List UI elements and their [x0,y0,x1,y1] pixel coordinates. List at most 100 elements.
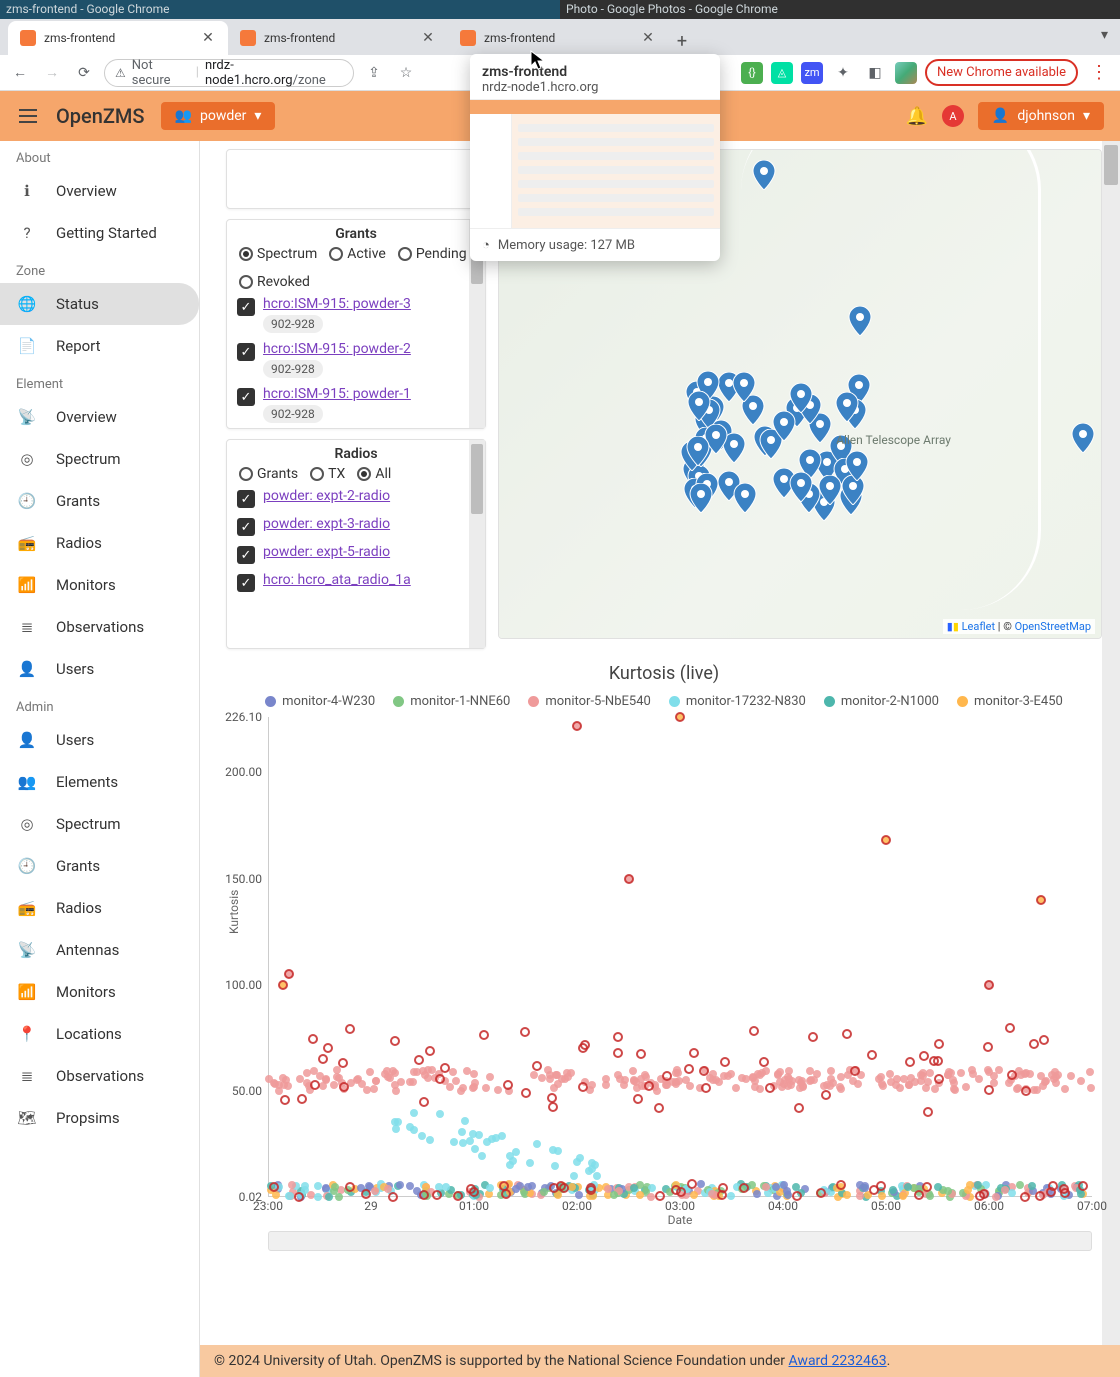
map-pin[interactable] [789,383,813,413]
legend-item[interactable]: monitor-2-N1000 [824,694,939,709]
radio-link[interactable]: powder: expt-5-radio [263,544,390,560]
map-pin[interactable] [733,483,757,513]
sidebar-item-admin-monitors[interactable]: 📶Monitors [0,971,199,1013]
sidebar-item-el-spectrum[interactable]: ◎Spectrum [0,438,199,480]
radio-link[interactable]: powder: expt-2-radio [263,488,390,504]
sidebar-item-admin-propsims[interactable]: 🗺Propsims [0,1097,199,1139]
map-pin[interactable] [752,160,776,190]
reload-icon[interactable]: ⟳ [72,61,96,85]
sidebar-item-el-monitors[interactable]: 📶Monitors [0,564,199,606]
project-selector[interactable]: 👥 powder ▾ [161,102,276,130]
filter-grants[interactable]: Grants [239,466,298,482]
leaflet-link[interactable]: Leaflet [962,620,995,633]
sidebar-item-report[interactable]: 📄Report [0,325,199,367]
radio-link[interactable]: hcro: hcro_ata_radio_1a [263,572,411,588]
notifications-icon[interactable]: 🔔 [905,106,927,127]
map-pin[interactable] [1071,423,1095,453]
chart-plot-area[interactable]: Kurtosis Date 0.0250.00100.00150.00200.0… [268,717,1092,1197]
map-pin[interactable] [835,392,859,422]
filter-pending[interactable]: Pending [398,246,467,262]
sidebar-item-el-users[interactable]: 👤Users [0,648,199,690]
share-icon[interactable]: ⇪ [362,61,386,85]
filter-spectrum[interactable]: Spectrum [239,246,317,262]
range-slider[interactable] [268,1231,1092,1251]
map-pin[interactable] [732,372,756,402]
new-tab-button[interactable]: + [668,27,696,55]
extension-icon[interactable]: ◬ [771,62,793,84]
legend-item[interactable]: monitor-4-W230 [265,694,375,709]
data-point [889,1186,897,1194]
sidebar-item-el-overview[interactable]: 📡Overview [0,396,199,438]
profile-avatar-icon[interactable] [895,62,917,84]
map-pin[interactable] [689,483,713,513]
grant-link[interactable]: hcro:ISM-915: powder-1 [263,386,411,402]
chrome-tab[interactable]: zms-frontend ✕ [8,21,228,55]
user-menu[interactable]: 👤 djohnson ▾ [978,102,1104,130]
map-pin[interactable] [687,391,711,421]
map-pin[interactable] [845,451,869,481]
forward-icon[interactable]: → [40,61,64,85]
menu-icon[interactable] [16,104,40,128]
data-point [613,1048,623,1058]
footer-award-link[interactable]: Award 2232463 [789,1353,887,1369]
close-icon[interactable]: ✕ [640,30,656,46]
filter-tx[interactable]: TX [310,466,345,482]
extensions-icon[interactable]: ✦ [831,61,855,85]
sidebar-item-admin-locations[interactable]: 📍Locations [0,1013,199,1055]
update-chrome-button[interactable]: New Chrome available [925,59,1078,86]
checkbox[interactable]: ✓ [237,574,255,592]
bookmark-icon[interactable]: ☆ [394,61,418,85]
sidebar-item-admin-antennas[interactable]: 📡Antennas [0,929,199,971]
panel-scrollbar[interactable] [469,440,485,648]
sidebar-item-admin-observations[interactable]: ≣Observations [0,1055,199,1097]
checkbox[interactable]: ✓ [237,298,255,316]
close-icon[interactable]: ✕ [420,30,436,46]
sidebar-item-admin-elements[interactable]: 👥Elements [0,761,199,803]
grant-link[interactable]: hcro:ISM-915: powder-3 [263,296,411,312]
sidebar-item-admin-users[interactable]: 👤Users [0,719,199,761]
content-scrollbar[interactable] [1102,141,1120,1377]
sidepanel-icon[interactable]: ◧ [863,61,887,85]
sidebar-item-admin-radios[interactable]: 📻Radios [0,887,199,929]
map-pin[interactable] [789,472,813,502]
extension-icon[interactable]: zm [801,62,823,84]
chrome-tab[interactable]: zms-frontend ✕ [228,21,448,55]
checkbox[interactable]: ✓ [237,518,255,536]
grant-link[interactable]: hcro:ISM-915: powder-2 [263,341,411,357]
map-pin[interactable] [686,436,710,466]
tab-overflow-icon[interactable]: ▾ [1101,27,1108,43]
extension-icon[interactable]: {} [741,62,763,84]
sidebar-item-admin-spectrum[interactable]: ◎Spectrum [0,803,199,845]
sidebar-item-el-radios[interactable]: 📻Radios [0,522,199,564]
filter-revoked[interactable]: Revoked [239,274,310,290]
radio-link[interactable]: powder: expt-3-radio [263,516,390,532]
sidebar-item-status[interactable]: 🌐Status [0,283,199,325]
sidebar-item-overview[interactable]: ℹOverview [0,170,199,212]
map-pin[interactable] [772,411,796,441]
map-pin[interactable] [818,475,842,505]
filter-all[interactable]: All [357,466,391,482]
checkbox[interactable]: ✓ [237,546,255,564]
map-pin[interactable] [848,306,872,336]
omnibox[interactable]: ⚠ Not secure | nrdz-node1.hcro.org/zone [104,59,354,87]
alert-badge[interactable]: A [942,105,964,127]
legend-item[interactable]: monitor-17232-N830 [669,694,806,709]
checkbox[interactable]: ✓ [237,388,255,406]
sidebar-item-admin-grants[interactable]: 🕘Grants [0,845,199,887]
checkbox[interactable]: ✓ [237,343,255,361]
sidebar-item-el-grants[interactable]: 🕘Grants [0,480,199,522]
data-point [717,1190,727,1200]
sidebar-item-getting-started[interactable]: ?Getting Started [0,212,199,254]
close-icon[interactable]: ✕ [200,30,216,46]
legend-item[interactable]: monitor-1-NNE60 [393,694,510,709]
sidebar-item-el-observations[interactable]: ≣Observations [0,606,199,648]
checkbox[interactable]: ✓ [237,490,255,508]
legend-item[interactable]: monitor-5-NbE540 [528,694,650,709]
chrome-tab[interactable]: zms-frontend ✕ [448,21,668,55]
chrome-menu-icon[interactable]: ⋮ [1086,62,1112,83]
back-icon[interactable]: ← [8,61,32,85]
osm-link[interactable]: OpenStreetMap [1015,620,1091,633]
filter-active[interactable]: Active [329,246,386,262]
data-point [330,1081,338,1089]
legend-item[interactable]: monitor-3-E450 [957,694,1063,709]
